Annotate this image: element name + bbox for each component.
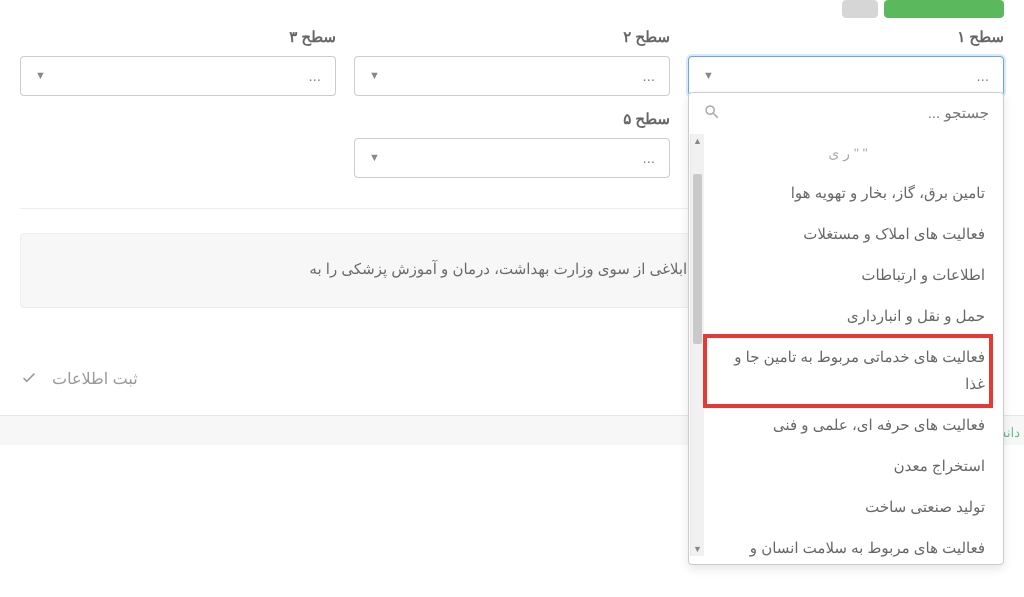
- caret-down-icon: ▼: [369, 70, 380, 82]
- dropdown-option[interactable]: فعالیت های مربوط به سلامت انسان و مددکار…: [709, 528, 987, 564]
- check-icon: [20, 368, 38, 391]
- field-level-3: سطح ۳ ... ▼: [20, 28, 336, 96]
- field-level-2: سطح ۲ ... ▼: [354, 28, 670, 96]
- dropdown-option[interactable]: استخراج معدن: [709, 446, 987, 487]
- dropdown-top-hint: ر ی " ": [709, 134, 987, 173]
- caret-down-icon: ▼: [35, 70, 46, 82]
- scrollbar-track[interactable]: ▲ ▼: [690, 134, 704, 556]
- scroll-down-icon[interactable]: ▼: [691, 542, 704, 556]
- dropdown-option[interactable]: فعالیت های املاک و مستغلات: [709, 214, 987, 255]
- level1-dropdown-panel: ▲ ▼ ر ی " " تامین برق، گاز، بخار و تهویه…: [688, 92, 1004, 565]
- submit-label: ثبت اطلاعات: [52, 369, 138, 389]
- dropdown-scroll: ▲ ▼ ر ی " " تامین برق، گاز، بخار و تهویه…: [689, 134, 1003, 564]
- scroll-up-icon[interactable]: ▲: [691, 134, 704, 148]
- level3-placeholder: ...: [308, 68, 321, 85]
- caret-down-icon: ▼: [369, 152, 380, 164]
- dropdown-option[interactable]: تامین برق، گاز، بخار و تهویه هوا: [709, 173, 987, 214]
- dropdown-option[interactable]: اطلاعات و ارتباطات: [709, 255, 987, 296]
- dropdown-option[interactable]: تولید صنعتی ساخت: [709, 487, 987, 528]
- dropdown-option[interactable]: فعالیت های حرفه ای، علمی و فنی: [709, 405, 987, 446]
- dropdown-option[interactable]: فعالیت های خدماتی مربوط به تامین جا و غذ…: [709, 337, 987, 405]
- level2-label: سطح ۲: [354, 28, 670, 46]
- field-level-5: سطح ۵ ... ▼: [354, 110, 670, 178]
- secondary-action-button[interactable]: [842, 0, 878, 18]
- spacer: [20, 110, 336, 178]
- levels-row-1: سطح ۱ ... ▼ سطح ۲ ... ▼ سطح ۳ ... ▼: [20, 28, 1004, 96]
- level3-select[interactable]: ... ▼: [20, 56, 336, 96]
- level1-label: سطح ۱: [688, 28, 1004, 46]
- search-icon: [703, 103, 721, 124]
- dropdown-search-input[interactable]: [731, 105, 989, 122]
- scrollbar-thumb[interactable]: [693, 174, 702, 344]
- level2-placeholder: ...: [642, 68, 655, 85]
- level5-select[interactable]: ... ▼: [354, 138, 670, 178]
- caret-down-icon: ▼: [703, 70, 714, 82]
- field-level-1: سطح ۱ ... ▼: [688, 28, 1004, 96]
- dropdown-option[interactable]: حمل و نقل و انبارداری: [709, 296, 987, 337]
- page-container: سطح ۱ ... ▼ سطح ۲ ... ▼ سطح ۳ ... ▼ سطح …: [0, 0, 1024, 415]
- level1-placeholder: ...: [976, 68, 989, 85]
- level5-placeholder: ...: [642, 150, 655, 167]
- level2-select[interactable]: ... ▼: [354, 56, 670, 96]
- dropdown-search-row: [689, 93, 1003, 134]
- dropdown-list: ر ی " " تامین برق، گاز، بخار و تهویه هوا…: [689, 134, 1003, 564]
- level1-select[interactable]: ... ▼: [688, 56, 1004, 96]
- top-bar: [20, 0, 1004, 28]
- primary-action-button[interactable]: [884, 0, 1004, 18]
- level3-label: سطح ۳: [20, 28, 336, 46]
- level5-label: سطح ۵: [354, 110, 670, 128]
- submit-button[interactable]: ثبت اطلاعات: [20, 368, 138, 391]
